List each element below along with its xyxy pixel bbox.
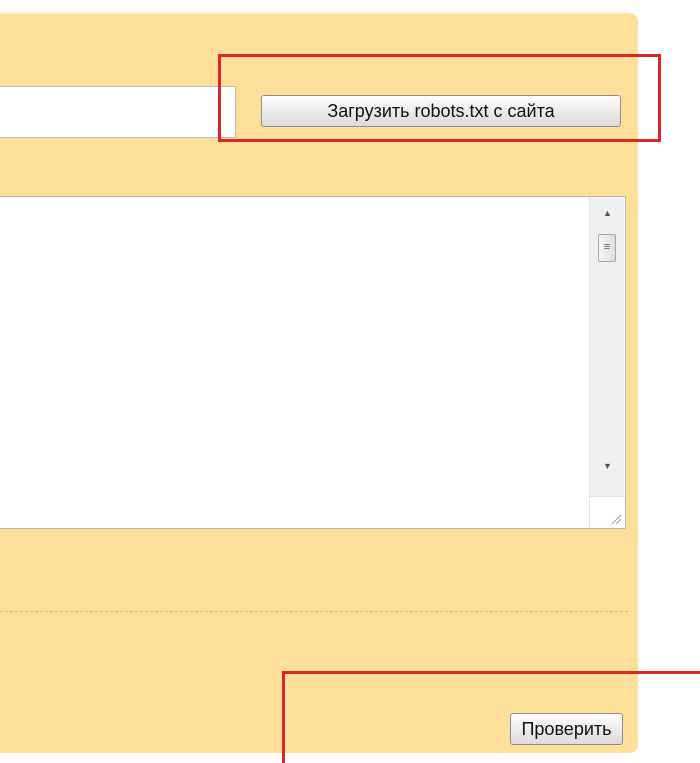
resize-handle-icon[interactable] bbox=[610, 513, 622, 525]
scroll-down-arrow-icon[interactable]: ▼ bbox=[590, 456, 625, 476]
section-divider bbox=[0, 611, 628, 612]
site-url-input[interactable] bbox=[0, 86, 236, 138]
load-robots-button[interactable]: Загрузить robots.txt с сайта bbox=[261, 95, 621, 127]
scroll-thumb[interactable]: ≡ bbox=[598, 234, 616, 262]
page: Загрузить robots.txt с сайта ▲ ≡ ▼ Прове… bbox=[0, 0, 700, 763]
check-button[interactable]: Проверить bbox=[510, 713, 623, 745]
scroll-thumb-grip-icon: ≡ bbox=[603, 241, 611, 253]
robots-check-panel: Загрузить robots.txt с сайта ▲ ≡ ▼ Прове… bbox=[0, 13, 638, 753]
resize-corner bbox=[590, 496, 625, 528]
scroll-up-arrow-icon[interactable]: ▲ bbox=[590, 203, 625, 223]
robots-textarea[interactable] bbox=[0, 197, 586, 528]
robots-editor: ▲ ≡ ▼ bbox=[0, 196, 626, 529]
editor-scrollbar[interactable]: ▲ ≡ ▼ bbox=[589, 197, 625, 528]
